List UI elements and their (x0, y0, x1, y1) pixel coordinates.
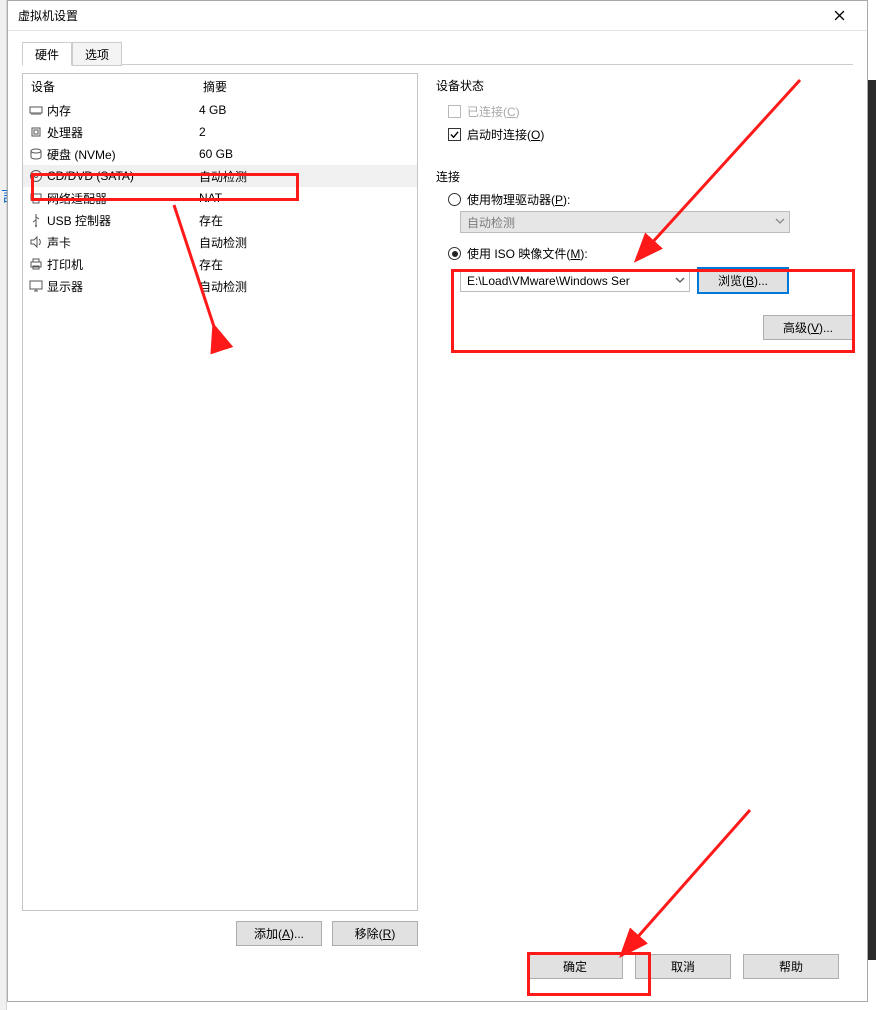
remove-button[interactable]: 移除(R) (332, 921, 418, 946)
cancel-button[interactable]: 取消 (635, 954, 731, 979)
device-summary: 自动检测 (199, 168, 247, 185)
close-icon (834, 10, 845, 21)
close-button[interactable] (819, 2, 859, 30)
device-name: 打印机 (45, 256, 199, 273)
advanced-button[interactable]: 高级(V)... (763, 315, 853, 340)
connected-label: 已连接(C) (467, 103, 520, 120)
device-name: 网络适配器 (45, 190, 199, 207)
iso-path-value: E:\Load\VMware\Windows Ser (467, 274, 630, 288)
physical-drive-combo: 自动检测 (460, 211, 790, 233)
memory-icon (27, 103, 45, 117)
physical-label: 使用物理驱动器(P): (467, 191, 570, 208)
connected-checkbox (448, 105, 461, 118)
connection-title: 连接 (436, 168, 853, 185)
window-title: 虚拟机设置 (18, 7, 78, 24)
poweron-label: 启动时连接(O) (467, 126, 544, 143)
device-status-title: 设备状态 (436, 77, 853, 94)
iso-radio-row[interactable]: 使用 ISO 映像文件(M): (448, 245, 853, 262)
device-list-header: 设备 摘要 (23, 74, 417, 99)
radio-dot-icon (452, 251, 458, 257)
usb-icon (27, 213, 45, 227)
device-summary: 自动检测 (199, 234, 247, 251)
check-icon (450, 130, 459, 139)
device-name: 硬盘 (NVMe) (45, 146, 199, 163)
physical-radio[interactable] (448, 193, 461, 206)
device-row-display[interactable]: 显示器自动检测 (23, 275, 417, 297)
connected-checkbox-row: 已连接(C) (448, 103, 853, 120)
header-summary: 摘要 (203, 78, 227, 95)
device-name: 声卡 (45, 234, 199, 251)
device-name: 内存 (45, 102, 199, 119)
device-name: CD/DVD (SATA) (45, 169, 199, 183)
poweron-checkbox-row[interactable]: 启动时连接(O) (448, 126, 853, 143)
device-summary: NAT (199, 191, 222, 205)
device-summary: 存在 (199, 212, 223, 229)
help-button[interactable]: 帮助 (743, 954, 839, 979)
vm-settings-dialog: 虚拟机设置 硬件 选项 设备 摘要 内存4 GB处理器2硬盘 (NVMe)60 … (7, 0, 868, 1002)
background-sliver: 言 (0, 0, 7, 1010)
device-row-sound[interactable]: 声卡自动检测 (23, 231, 417, 253)
device-summary: 4 GB (199, 103, 226, 117)
iso-label: 使用 ISO 映像文件(M): (467, 245, 588, 262)
device-name: 显示器 (45, 278, 199, 295)
device-row-hdd[interactable]: 硬盘 (NVMe)60 GB (23, 143, 417, 165)
iso-radio[interactable] (448, 247, 461, 260)
tab-hardware[interactable]: 硬件 (22, 42, 72, 66)
physical-radio-row[interactable]: 使用物理驱动器(P): (448, 191, 853, 208)
chevron-down-icon (675, 274, 685, 288)
sound-icon (27, 235, 45, 249)
printer-icon (27, 257, 45, 271)
device-list[interactable]: 设备 摘要 内存4 GB处理器2硬盘 (NVMe)60 GBCD/DVD (SA… (22, 73, 418, 911)
device-row-cpu[interactable]: 处理器2 (23, 121, 417, 143)
device-summary: 自动检测 (199, 278, 247, 295)
header-device: 设备 (31, 78, 203, 95)
device-row-printer[interactable]: 打印机存在 (23, 253, 417, 275)
browse-button[interactable]: 浏览(B)... (698, 268, 788, 293)
display-icon (27, 279, 45, 293)
tab-options[interactable]: 选项 (72, 42, 122, 66)
ok-button[interactable]: 确定 (527, 954, 623, 979)
hdd-icon (27, 147, 45, 161)
dialog-footer: 确定 取消 帮助 (22, 946, 853, 991)
cpu-icon (27, 125, 45, 139)
iso-path-combo[interactable]: E:\Load\VMware\Windows Ser (460, 270, 690, 292)
chevron-down-icon (775, 215, 785, 229)
device-row-net[interactable]: 网络适配器NAT (23, 187, 417, 209)
tab-divider (22, 64, 853, 65)
device-name: USB 控制器 (45, 212, 199, 229)
tab-bar: 硬件 选项 (22, 41, 853, 65)
device-name: 处理器 (45, 124, 199, 141)
cd-icon (27, 169, 45, 183)
add-button[interactable]: 添加(A)... (236, 921, 322, 946)
device-summary: 60 GB (199, 147, 233, 161)
device-summary: 存在 (199, 256, 223, 273)
physical-drive-value: 自动检测 (467, 214, 515, 231)
poweron-checkbox[interactable] (448, 128, 461, 141)
device-row-cd[interactable]: CD/DVD (SATA)自动检测 (23, 165, 417, 187)
background-dark-strip (868, 80, 876, 960)
device-summary: 2 (199, 125, 206, 139)
net-icon (27, 191, 45, 205)
device-row-memory[interactable]: 内存4 GB (23, 99, 417, 121)
device-row-usb[interactable]: USB 控制器存在 (23, 209, 417, 231)
titlebar: 虚拟机设置 (8, 1, 867, 31)
